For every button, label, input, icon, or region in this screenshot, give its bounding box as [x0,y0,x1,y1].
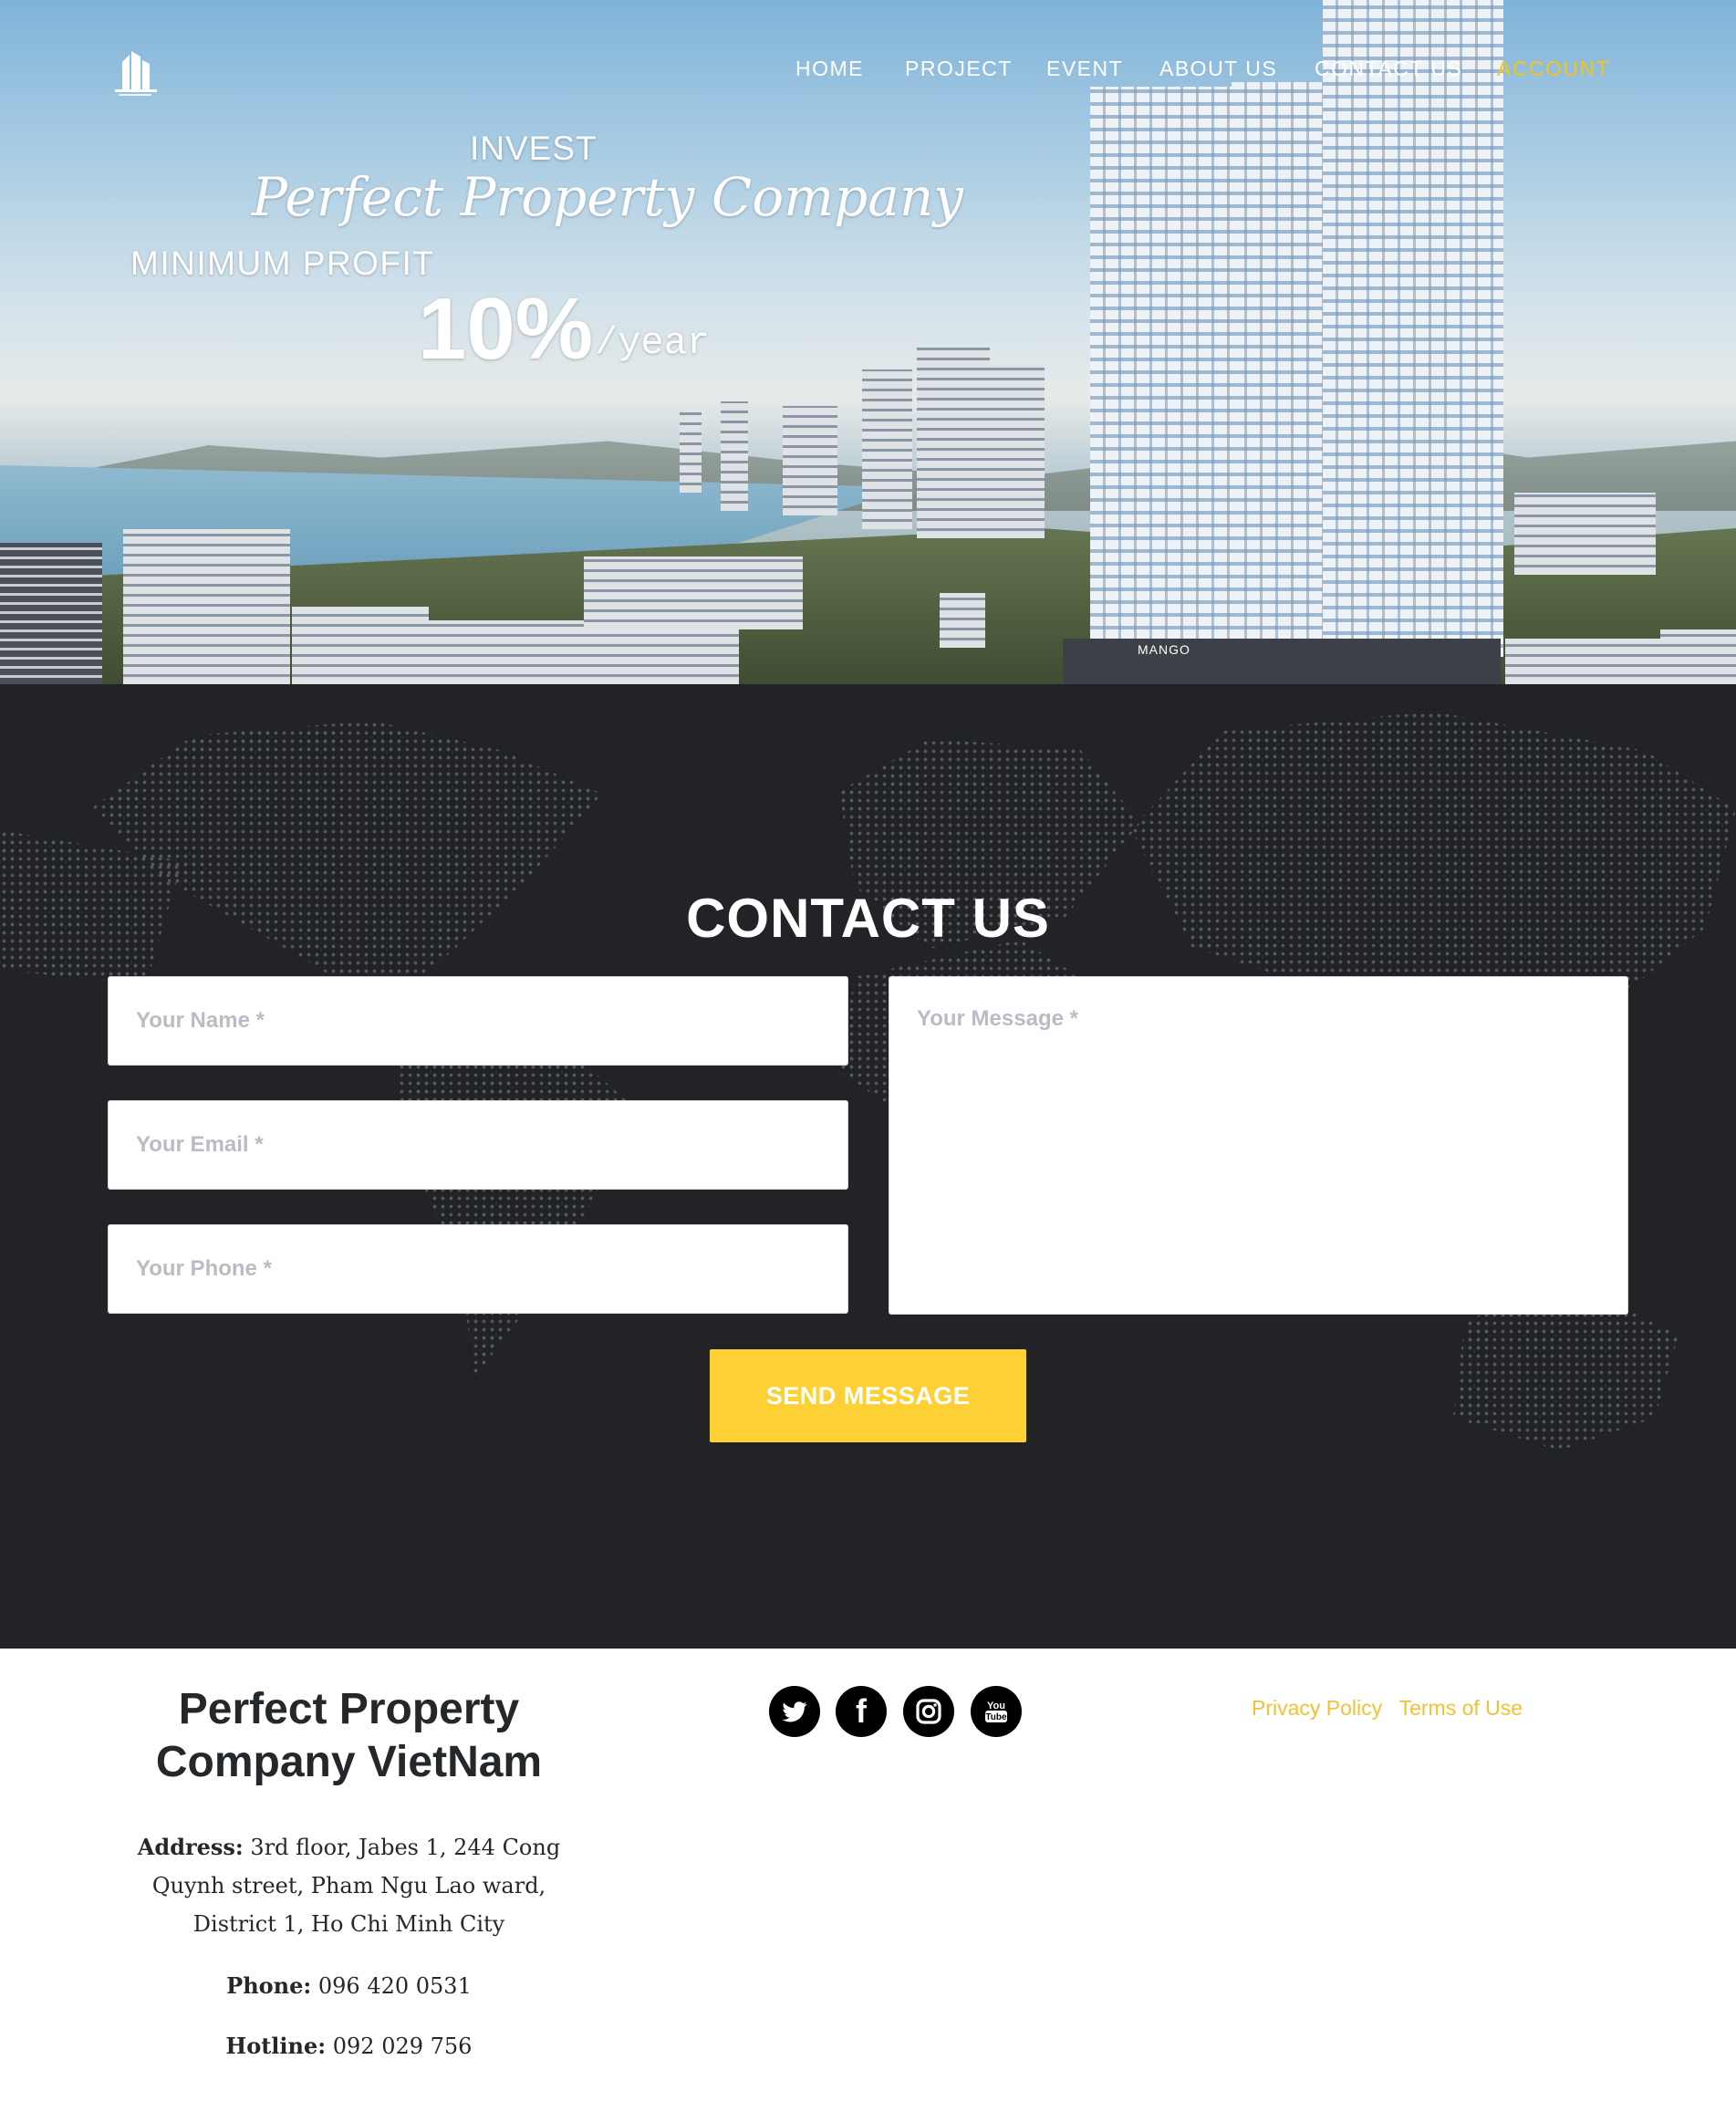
youtube-icon[interactable]: You Tube [971,1686,1022,1737]
building [1505,639,1669,684]
hero-banner: MANGO HOME PROJECT EVENT ABOUT US CONTAC… [0,0,1736,684]
building [783,406,837,515]
legal-links: Privacy Policy Terms of Use [1252,1696,1535,1721]
hero-invest-text: INVEST [470,130,598,167]
svg-text:Tube: Tube [985,1712,1007,1722]
world-map-south-america [392,1022,639,1378]
address-label: Address: [137,1834,244,1860]
footer-company-name: Perfect Property Company VietNam [155,1685,543,1786]
twitter-bird-icon [782,1701,807,1722]
nav-contact-us[interactable]: CONTACT US [1315,57,1462,81]
youtube-logo-icon: You Tube [985,1701,1007,1722]
facebook-icon[interactable]: f [836,1686,887,1737]
building [940,593,985,648]
footer-hotline: Hotline: 092 029 756 [109,2027,588,2065]
nav-project[interactable]: PROJECT [905,57,1013,81]
nav-account[interactable]: ACCOUNT [1497,57,1610,81]
nav-home[interactable]: HOME [795,57,864,81]
hero-profit-unit: /year [595,321,711,365]
facebook-f-glyph: f [856,1692,867,1730]
building [917,347,990,538]
nav-event[interactable]: EVENT [1046,57,1123,81]
email-input[interactable] [108,1100,848,1190]
building [123,529,290,684]
building [721,401,748,511]
instagram-icon[interactable] [903,1686,954,1737]
nav-about-us[interactable]: ABOUT US [1159,57,1277,81]
camera-icon [916,1699,941,1724]
hotline-label: Hotline: [225,2033,327,2059]
hero-company-text: Perfect Property Company [252,166,963,228]
terms-of-use-link[interactable]: Terms of Use [1399,1696,1523,1720]
twitter-icon[interactable] [769,1686,820,1737]
building [584,557,803,629]
building [0,543,102,684]
tower-sign: MANGO [1138,642,1190,657]
phone-label: Phone: [226,1972,312,1999]
podium: MANGO [1063,639,1501,684]
company-logo[interactable] [109,47,161,99]
footer-phone: Phone: 096 420 0531 [109,1967,588,2005]
building [680,411,702,493]
phone-value: 096 420 0531 [317,1973,472,1999]
phone-input[interactable] [108,1224,848,1314]
name-input[interactable] [108,976,848,1066]
send-message-button[interactable]: SEND MESSAGE [710,1349,1026,1442]
building-logo-icon [115,51,157,96]
building [1660,629,1736,684]
footer: Perfect Property Company VietNam Address… [0,1649,1736,2122]
main-tower [1232,82,1332,639]
contact-section: CONTACT US SEND MESSAGE [0,684,1736,1649]
building [292,607,429,684]
privacy-policy-link[interactable]: Privacy Policy [1252,1696,1382,1720]
hero-profit-percent: 10% [418,280,594,378]
building [990,365,1045,538]
building [862,369,912,529]
main-tower [1323,0,1503,657]
hero-minimum-profit-text: MINIMUM PROFIT [130,244,435,282]
svg-text:You: You [987,1701,1005,1711]
hotline-value: 092 029 756 [332,2034,473,2059]
contact-title: CONTACT US [686,888,1050,949]
message-textarea[interactable] [889,976,1628,1315]
main-tower [1090,87,1236,639]
footer-address: Address: 3rd floor, Jabes 1, 244 Cong Qu… [109,1828,588,1943]
building [429,620,739,684]
building [1514,493,1656,575]
